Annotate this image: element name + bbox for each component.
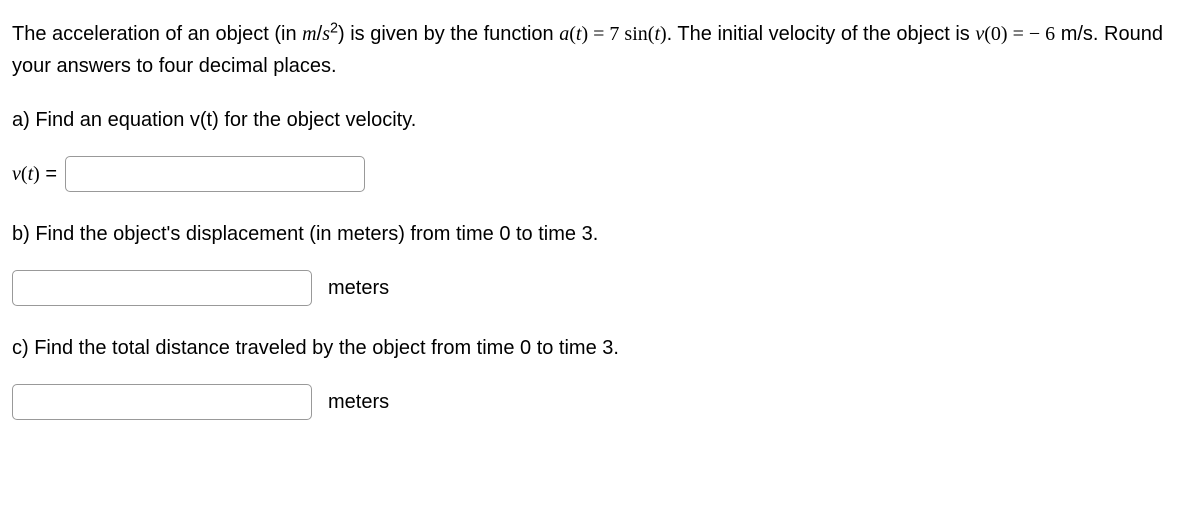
part-c-answer-row: meters (12, 384, 1188, 420)
eq-1: = (588, 23, 609, 45)
func-a: a (559, 23, 569, 45)
label-open: ( (21, 163, 28, 185)
unit-exp: 2 (330, 20, 338, 36)
paren-close-2: ) (660, 23, 667, 45)
paren-open-1: ( (569, 23, 576, 45)
vt-label: v(t) = (12, 158, 57, 190)
part-a-answer-row: v(t) = (12, 156, 1188, 192)
displacement-input[interactable] (12, 270, 312, 306)
intro-text-1: The acceleration of an object (in (12, 23, 302, 45)
part-c-question: c) Find the total distance traveled by t… (12, 332, 1188, 364)
paren-open-3: ( (984, 23, 991, 45)
meters-label-c: meters (328, 386, 389, 418)
sin: sin (624, 23, 647, 45)
eq-2: = (1008, 23, 1029, 45)
intro-text-2: ) is given by the function (338, 23, 559, 45)
unit-m: m (302, 23, 316, 45)
label-eq: = (40, 163, 57, 185)
unit-s: s (322, 23, 330, 45)
neg6: − 6 (1029, 23, 1055, 45)
func-v: v (975, 23, 984, 45)
velocity-equation-input[interactable] (65, 156, 365, 192)
problem-intro: The acceleration of an object (in m/s2) … (12, 18, 1188, 82)
coef-7: 7 (609, 23, 624, 45)
part-a-question: a) Find an equation v(t) for the object … (12, 104, 1188, 136)
zero: 0 (991, 23, 1001, 45)
meters-label-b: meters (328, 272, 389, 304)
label-v: v (12, 163, 21, 185)
part-b-answer-row: meters (12, 270, 1188, 306)
intro-text-3: . The initial velocity of the object is (667, 23, 976, 45)
distance-input[interactable] (12, 384, 312, 420)
label-close: ) (33, 163, 40, 185)
paren-close-3: ) (1001, 23, 1008, 45)
part-b-question: b) Find the object's displacement (in me… (12, 218, 1188, 250)
